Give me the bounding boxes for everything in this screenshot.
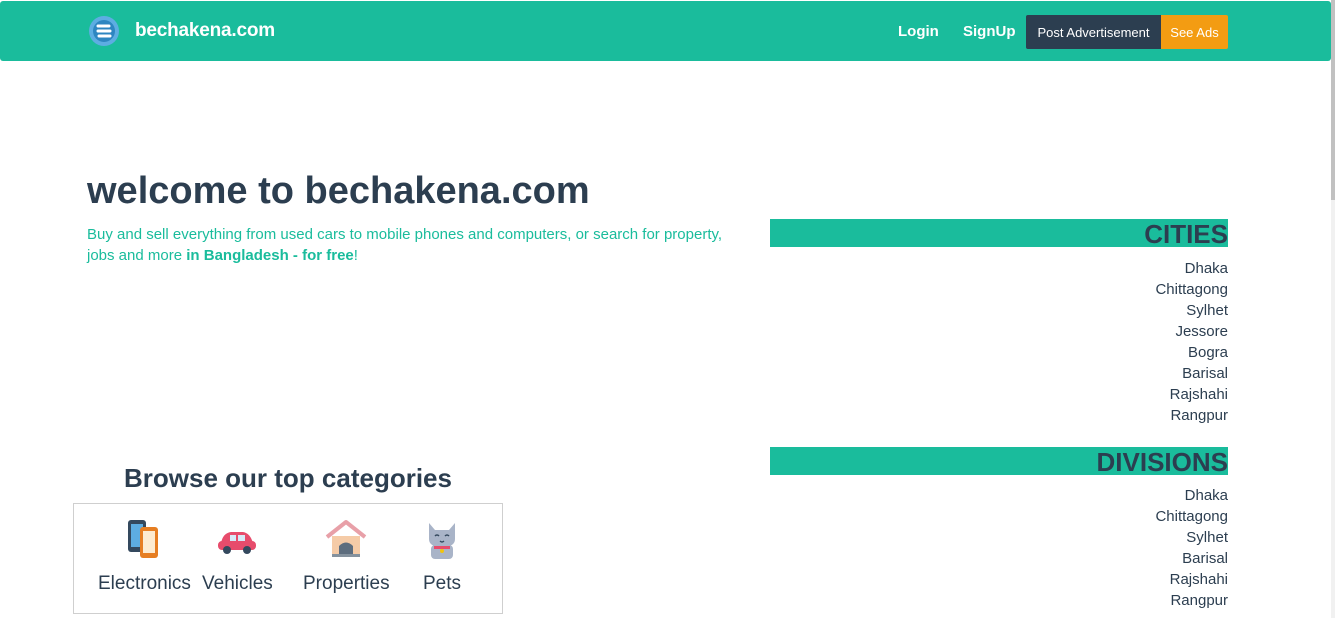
divisions-list: Dhaka Chittagong Sylhet Barisal Rajshahi…	[770, 485, 1228, 611]
divisions-heading: DIVISIONS	[770, 447, 1228, 477]
category-label: Properties	[303, 573, 390, 594]
car-icon	[218, 532, 257, 554]
subtitle-text: Buy and sell everything from used cars t…	[87, 226, 723, 264]
division-link[interactable]: Chittagong	[770, 506, 1228, 527]
cat-icon	[429, 523, 455, 559]
city-link[interactable]: Chittagong	[770, 279, 1228, 300]
top-navbar: bechakena.com Login SignUp Post Advertis…	[0, 1, 1331, 61]
city-link[interactable]: Dhaka	[770, 258, 1228, 279]
scrollbar-thumb[interactable]	[1331, 0, 1335, 200]
city-link[interactable]: Bogra	[770, 342, 1228, 363]
page-title: welcome to bechakena.com	[87, 170, 590, 213]
page-scrollbar[interactable]	[1331, 0, 1335, 618]
city-link[interactable]: Rajshahi	[770, 384, 1228, 405]
division-link[interactable]: Rajshahi	[770, 569, 1228, 590]
city-link[interactable]: Barisal	[770, 363, 1228, 384]
brand-name: bechakena.com	[135, 20, 275, 41]
see-ads-button[interactable]: See Ads	[1161, 15, 1228, 49]
category-label: Electronics	[98, 573, 191, 594]
title-prefix: welcome to	[87, 170, 305, 212]
brand-link[interactable]: bechakena.com	[87, 15, 275, 47]
category-label: Vehicles	[202, 573, 273, 594]
login-link[interactable]: Login	[898, 23, 939, 40]
bechakena-logo-icon	[89, 16, 119, 46]
subtitle-bold: in Bangladesh - for free	[186, 247, 354, 264]
post-advertisement-button[interactable]: Post Advertisement	[1026, 15, 1161, 49]
cities-heading: CITIES	[770, 219, 1228, 249]
subtitle-end: !	[353, 247, 358, 264]
city-link[interactable]: Rangpur	[770, 405, 1228, 426]
division-link[interactable]: Sylhet	[770, 527, 1228, 548]
house-icon	[326, 520, 367, 557]
city-link[interactable]: Sylhet	[770, 300, 1228, 321]
division-link[interactable]: Barisal	[770, 548, 1228, 569]
division-link[interactable]: Dhaka	[770, 485, 1228, 506]
city-link[interactable]: Jessore	[770, 321, 1228, 342]
smartphone-icon	[128, 520, 159, 558]
hero-subtitle: Buy and sell everything from used cars t…	[87, 224, 747, 266]
categories-box: Electronics Vehicles Properties Pets	[73, 503, 503, 614]
category-pets[interactable]: Pets	[420, 517, 464, 595]
category-electronics[interactable]: Electronics	[98, 517, 191, 595]
category-vehicles[interactable]: Vehicles	[202, 517, 273, 595]
division-link[interactable]: Rangpur	[770, 590, 1228, 611]
title-site: bechakena.com	[304, 170, 590, 212]
category-properties[interactable]: Properties	[303, 517, 390, 595]
cities-list: Dhaka Chittagong Sylhet Jessore Bogra Ba…	[770, 258, 1228, 426]
signup-link[interactable]: SignUp	[963, 23, 1016, 40]
category-label: Pets	[422, 573, 462, 594]
categories-title: Browse our top categories	[124, 463, 452, 493]
